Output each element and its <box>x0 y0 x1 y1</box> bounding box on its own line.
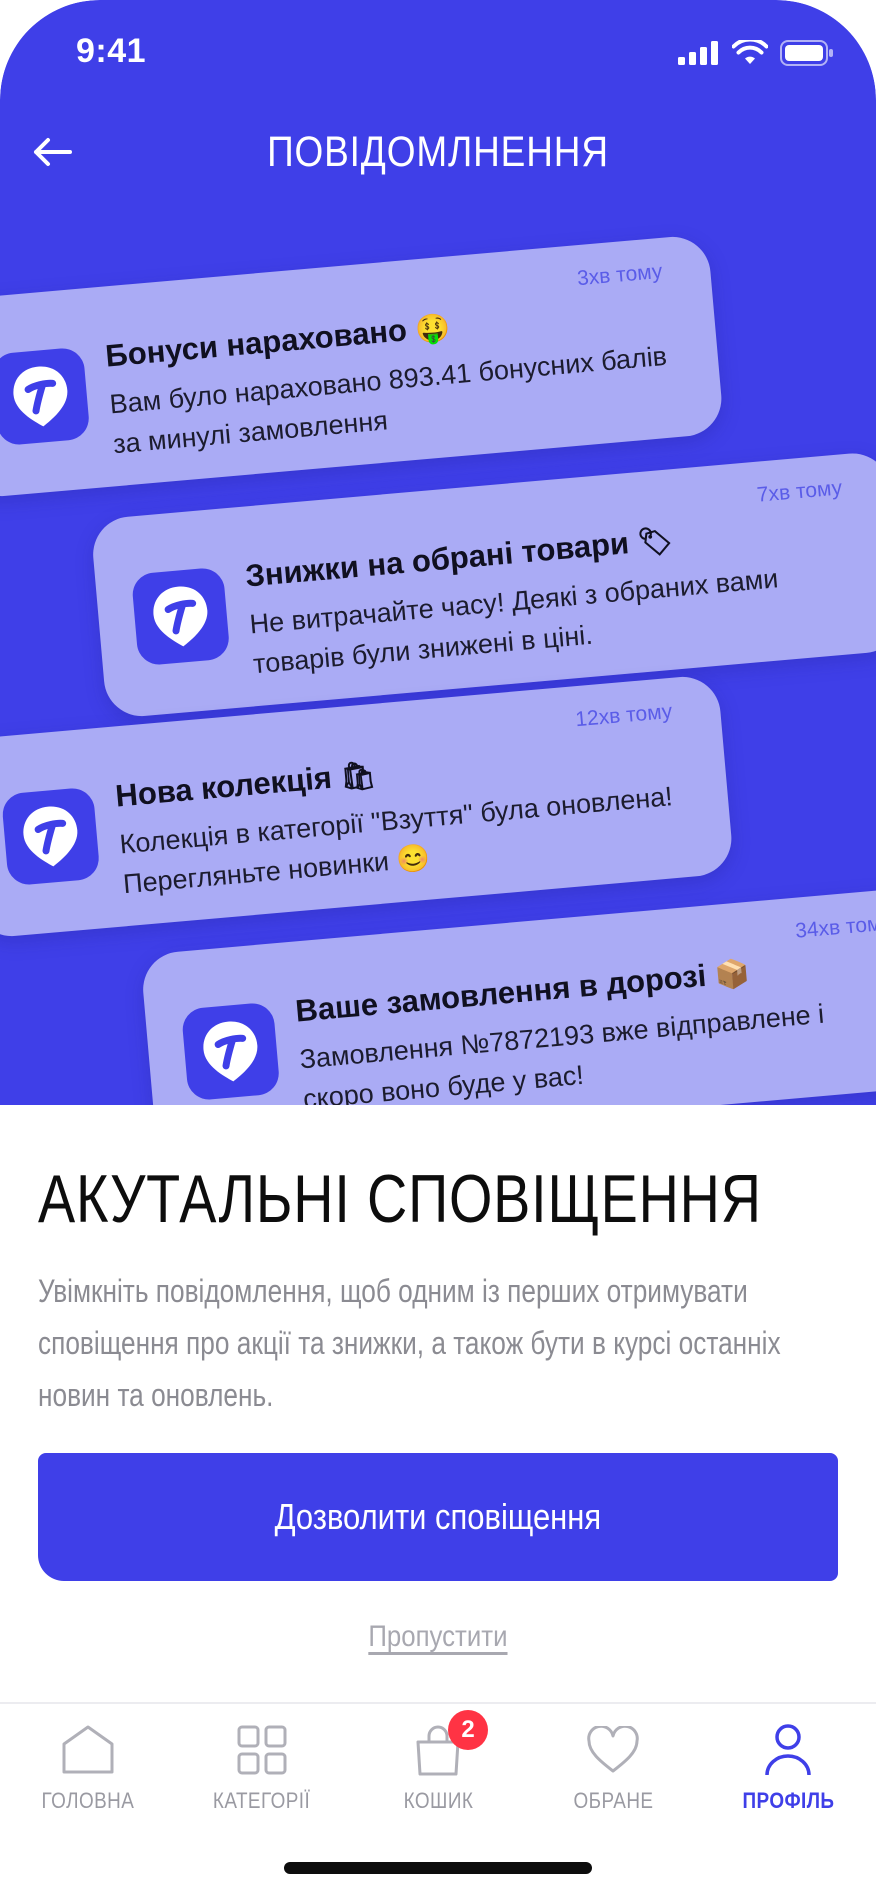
tab-cart[interactable]: 2 КОШИК <box>368 1710 508 1832</box>
price-tag-emoji-icon: 🏷 <box>636 523 675 560</box>
profile-icon <box>765 1724 811 1776</box>
app-logo-icon <box>0 346 91 447</box>
tab-label: ПРОФІЛЬ <box>742 1788 834 1813</box>
package-emoji-icon: 📦 <box>713 956 751 992</box>
tab-label: КОШИК <box>403 1788 473 1813</box>
notification-card: Бонуси нараховано 🤑 Вам було нараховано … <box>0 233 725 500</box>
tab-label: КАТЕГОРІЇ <box>213 1788 311 1813</box>
notification-time: 7хв тому <box>755 476 844 507</box>
heart-icon <box>587 1726 639 1773</box>
tab-label: ОБРАНЕ <box>573 1788 653 1813</box>
app-logo-icon <box>0 786 101 887</box>
tab-categories[interactable]: КАТЕГОРІЇ <box>192 1722 332 1832</box>
skip-link[interactable]: Пропустити <box>0 1620 876 1654</box>
notification-card: Знижки на обрані товари 🏷 Не витрачайте … <box>90 450 876 720</box>
notification-time: 12хв тому <box>574 699 674 732</box>
grid-icon <box>237 1725 287 1775</box>
tab-label: ГОЛОВНА <box>41 1788 135 1813</box>
cart-count-badge: 2 <box>448 1710 488 1750</box>
home-indicator <box>284 1862 592 1874</box>
notification-time: 3хв тому <box>576 259 664 291</box>
notification-preview-stack: Бонуси нараховано 🤑 Вам було нараховано … <box>0 0 876 1105</box>
shopping-bags-emoji-icon: 🛍 <box>338 757 378 794</box>
allow-notifications-label: Дозволити сповіщення <box>274 1496 602 1537</box>
tab-profile[interactable]: ПРОФІЛЬ <box>718 1722 858 1832</box>
app-screen: 9:41 ПОВІДОМЛНЕННЯ Бонуси нараховано 🤑 В… <box>0 0 876 1891</box>
onboarding-headline: АКУТАЛЬНІ СПОВІЩЕННЯ <box>38 1161 762 1237</box>
onboarding-description: Увімкніть повідомлення, щоб одним із пер… <box>38 1273 781 1413</box>
hero-section: 9:41 ПОВІДОМЛНЕННЯ Бонуси нараховано 🤑 В… <box>0 0 876 1105</box>
skip-link-label: Пропустити <box>368 1620 508 1653</box>
tab-favorites[interactable]: ОБРАНЕ <box>543 1722 683 1832</box>
allow-notifications-button[interactable]: Дозволити сповіщення <box>38 1453 838 1581</box>
notification-card: Ваше замовлення в дорозі 📦 Замовлення №7… <box>140 885 876 1105</box>
app-logo-icon <box>130 566 231 667</box>
tab-home[interactable]: ГОЛОВНА <box>18 1722 158 1832</box>
home-icon <box>62 1725 114 1774</box>
notification-time: 34хв тому <box>794 911 876 943</box>
money-face-emoji-icon: 🤑 <box>413 310 452 347</box>
app-logo-icon <box>180 1001 281 1102</box>
notification-card: Нова колекція 🛍 Колекція в категорії "Вз… <box>0 673 735 940</box>
